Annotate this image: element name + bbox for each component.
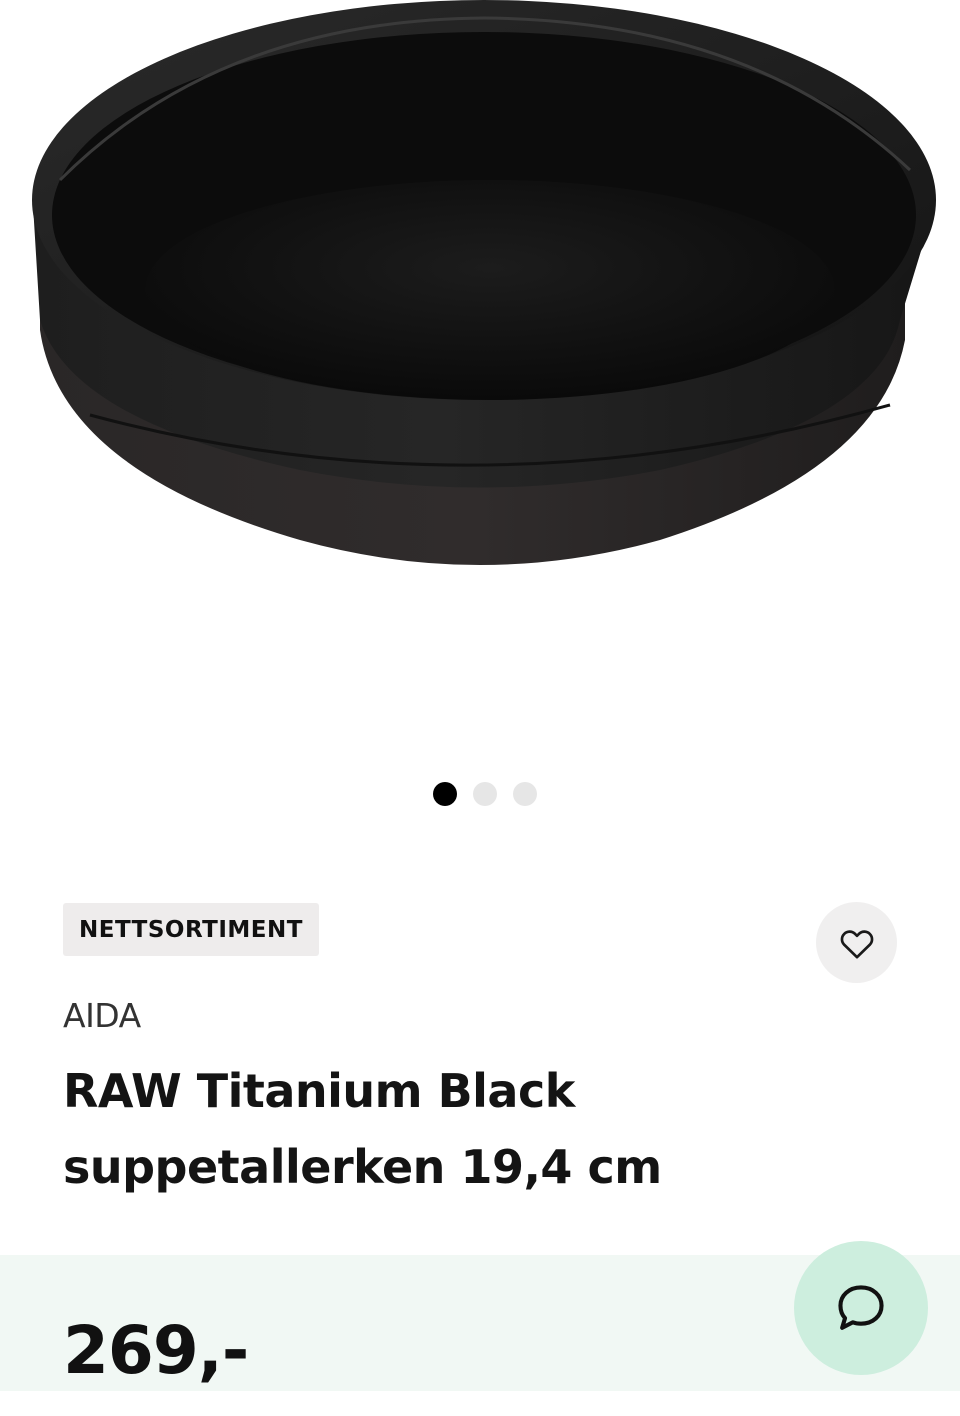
product-price: 269,- bbox=[63, 1312, 249, 1389]
heart-icon bbox=[840, 929, 873, 958]
product-title-line-1: RAW Titanium Black bbox=[63, 1064, 575, 1118]
chat-button[interactable] bbox=[794, 1241, 928, 1375]
product-title: RAW Titanium Black suppetallerken 19,4 c… bbox=[63, 1053, 883, 1205]
carousel-dot-3[interactable] bbox=[513, 782, 537, 806]
product-brand[interactable]: AIDA bbox=[63, 996, 141, 1035]
bottom-strip bbox=[0, 1391, 960, 1416]
carousel-dot-1[interactable] bbox=[433, 782, 457, 806]
carousel-dot-2[interactable] bbox=[473, 782, 497, 806]
product-title-line-2: suppetallerken 19,4 cm bbox=[63, 1140, 662, 1194]
online-assortment-badge: NETTSORTIMENT bbox=[63, 903, 319, 956]
favorite-button[interactable] bbox=[816, 902, 897, 983]
product-image[interactable] bbox=[0, 0, 960, 740]
carousel-pagination bbox=[0, 780, 960, 808]
chat-bubble-icon bbox=[838, 1285, 884, 1330]
